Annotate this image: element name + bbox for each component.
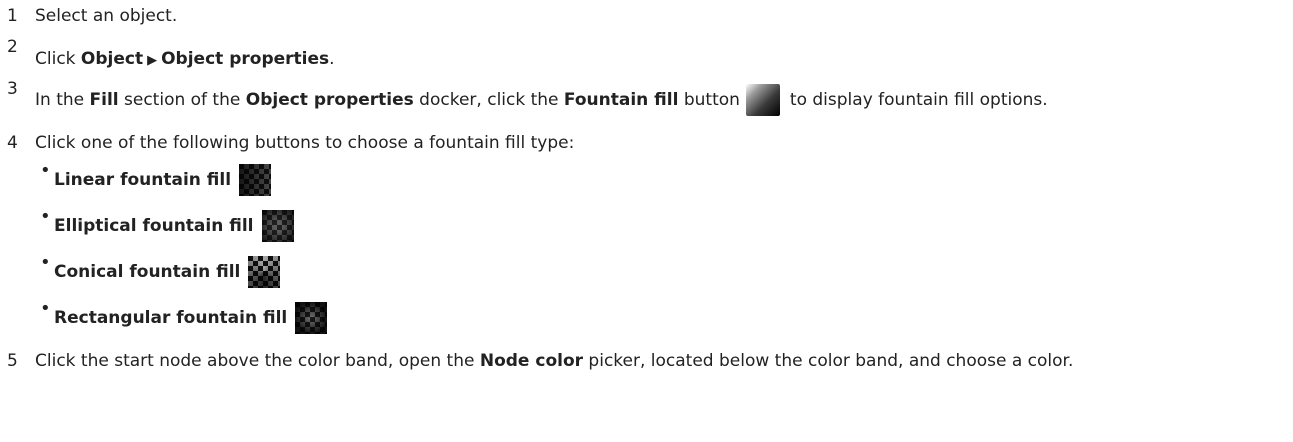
elliptical-fountain-fill-icon (261, 210, 294, 242)
step-text-post: . (329, 49, 335, 69)
bullet: • (40, 160, 51, 181)
step-text: Click Object ▶ Object properties. (35, 48, 335, 72)
conical-fountain-fill-icon (248, 256, 281, 288)
fill-type-label-text: Rectangular fountain fill (54, 308, 288, 328)
bullet: • (40, 252, 51, 273)
step-text: Click the start node above the color ban… (35, 350, 1073, 372)
step-number: 5 (7, 351, 18, 371)
step-text-pre: Click (35, 49, 81, 69)
rectangular-fountain-fill-icon (295, 302, 328, 334)
fill-section-label: Fill (89, 90, 119, 110)
linear-fountain-fill-icon (239, 164, 272, 196)
step-number: 2 (7, 37, 18, 57)
fountain-fill-label: Fountain fill (563, 90, 679, 110)
step-text: Click one of the following buttons to ch… (35, 133, 575, 153)
fill-type-label-text: Conical fountain fill (54, 262, 241, 282)
bullet: • (40, 298, 51, 319)
step-text: Select an object. (35, 6, 178, 26)
step-text-part: button (678, 90, 740, 110)
step-text-part: docker, click the (413, 90, 564, 110)
step-number: 1 (7, 6, 18, 26)
menu-object-properties: Object properties (161, 49, 330, 69)
menu-arrow-icon: ▶ (147, 53, 158, 68)
step-text-part: picker, located below the color band, an… (583, 351, 1074, 371)
step-text-part: In the (35, 90, 90, 110)
step-text-part: section of the (118, 90, 246, 110)
fill-type-label: Linear fountain fill (54, 164, 272, 196)
fill-type-label-text: Linear fountain fill (54, 170, 232, 190)
step-text: In the Fill section of the Object proper… (35, 84, 1048, 116)
fill-type-label-text: Elliptical fountain fill (54, 216, 254, 236)
fill-type-label: Rectangular fountain fill (54, 302, 328, 334)
fill-type-label: Conical fountain fill (54, 256, 281, 288)
fill-type-label: Elliptical fountain fill (54, 210, 294, 242)
step-text-part: Click the start node above the color ban… (35, 351, 480, 371)
step-number: 3 (7, 79, 18, 99)
step-number: 4 (7, 133, 18, 153)
object-properties-label: Object properties (245, 90, 414, 110)
step-text-part: to display fountain fill options. (789, 90, 1048, 110)
menu-object: Object (80, 49, 144, 69)
bullet: • (40, 206, 51, 227)
fountain-fill-button-icon (745, 84, 780, 116)
node-color-label: Node color (479, 351, 584, 371)
